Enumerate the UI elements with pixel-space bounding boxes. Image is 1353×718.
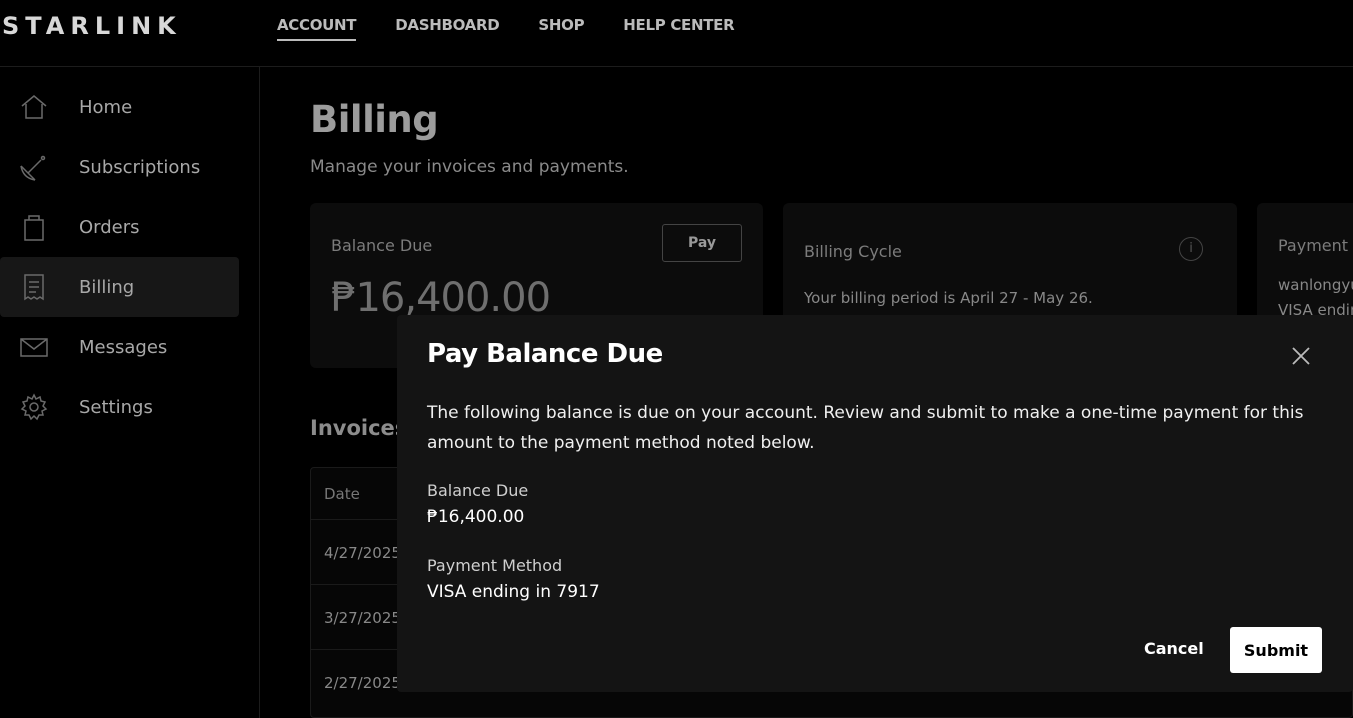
home-icon — [21, 95, 47, 119]
sidebar-item-settings[interactable]: Settings — [0, 377, 239, 437]
sidebar: Home Subscriptions Orders Billing Messag… — [0, 67, 260, 718]
nav-dashboard[interactable]: DASHBOARD — [395, 16, 499, 41]
modal-title: Pay Balance Due — [427, 339, 663, 369]
submit-button[interactable]: Submit — [1230, 627, 1322, 673]
sidebar-item-label: Subscriptions — [79, 156, 201, 178]
pay-balance-modal: Pay Balance Due The following balance is… — [397, 315, 1353, 692]
pay-button[interactable]: Pay — [662, 224, 742, 262]
invoice-date: 2/27/2025 — [324, 674, 401, 692]
page-subtitle: Manage your invoices and payments. — [310, 157, 629, 177]
envelope-icon — [20, 338, 48, 357]
sidebar-item-label: Settings — [79, 396, 153, 418]
page-title: Billing — [310, 98, 439, 141]
receipt-icon — [24, 274, 44, 301]
balance-due-label: Balance Due — [331, 236, 433, 255]
balance-due-field-value: ₱16,400.00 — [427, 507, 525, 527]
payment-method-field-label: Payment Method — [427, 556, 563, 575]
close-icon[interactable] — [1290, 345, 1312, 367]
invoice-date: 4/27/2025 — [324, 544, 401, 562]
sidebar-item-orders[interactable]: Orders — [0, 197, 239, 257]
info-icon[interactable]: i — [1179, 237, 1203, 261]
sidebar-item-messages[interactable]: Messages — [0, 317, 239, 377]
sidebar-item-label: Home — [79, 96, 133, 118]
billing-cycle-text: Your billing period is April 27 - May 26… — [804, 289, 1093, 307]
modal-description: The following balance is due on your acc… — [427, 403, 1304, 453]
sidebar-item-subscriptions[interactable]: Subscriptions — [0, 137, 239, 197]
nav-help-center[interactable]: HELP CENTER — [623, 16, 734, 41]
sidebar-item-label: Billing — [79, 276, 135, 298]
sidebar-item-label: Messages — [79, 336, 168, 358]
billing-cycle-label: Billing Cycle — [804, 242, 902, 261]
sidebar-item-home[interactable]: Home — [0, 77, 239, 137]
balance-due-field-label: Balance Due — [427, 481, 529, 500]
satellite-dish-icon — [20, 155, 46, 181]
starlink-logo[interactable]: STARLINK — [2, 12, 182, 40]
top-nav: ACCOUNT DASHBOARD SHOP HELP CENTER — [277, 16, 773, 41]
payment-method-field-value: VISA ending in 7917 — [427, 582, 600, 602]
payment-method-label: Payment M — [1278, 236, 1353, 255]
column-header-date[interactable]: Date — [324, 485, 360, 503]
sidebar-item-billing[interactable]: Billing — [0, 257, 239, 317]
sidebar-item-label: Orders — [79, 216, 140, 238]
bag-icon — [24, 215, 44, 241]
nav-shop[interactable]: SHOP — [538, 16, 584, 41]
invoice-date: 3/27/2025 — [324, 609, 401, 627]
invoices-title: Invoices — [310, 416, 408, 440]
payment-user: wanlongyu — [1278, 276, 1353, 294]
top-bar: STARLINK ACCOUNT DASHBOARD SHOP HELP CEN… — [0, 0, 1353, 67]
gear-icon — [20, 393, 48, 421]
nav-account[interactable]: ACCOUNT — [277, 16, 357, 41]
cancel-button[interactable]: Cancel — [1144, 639, 1204, 658]
